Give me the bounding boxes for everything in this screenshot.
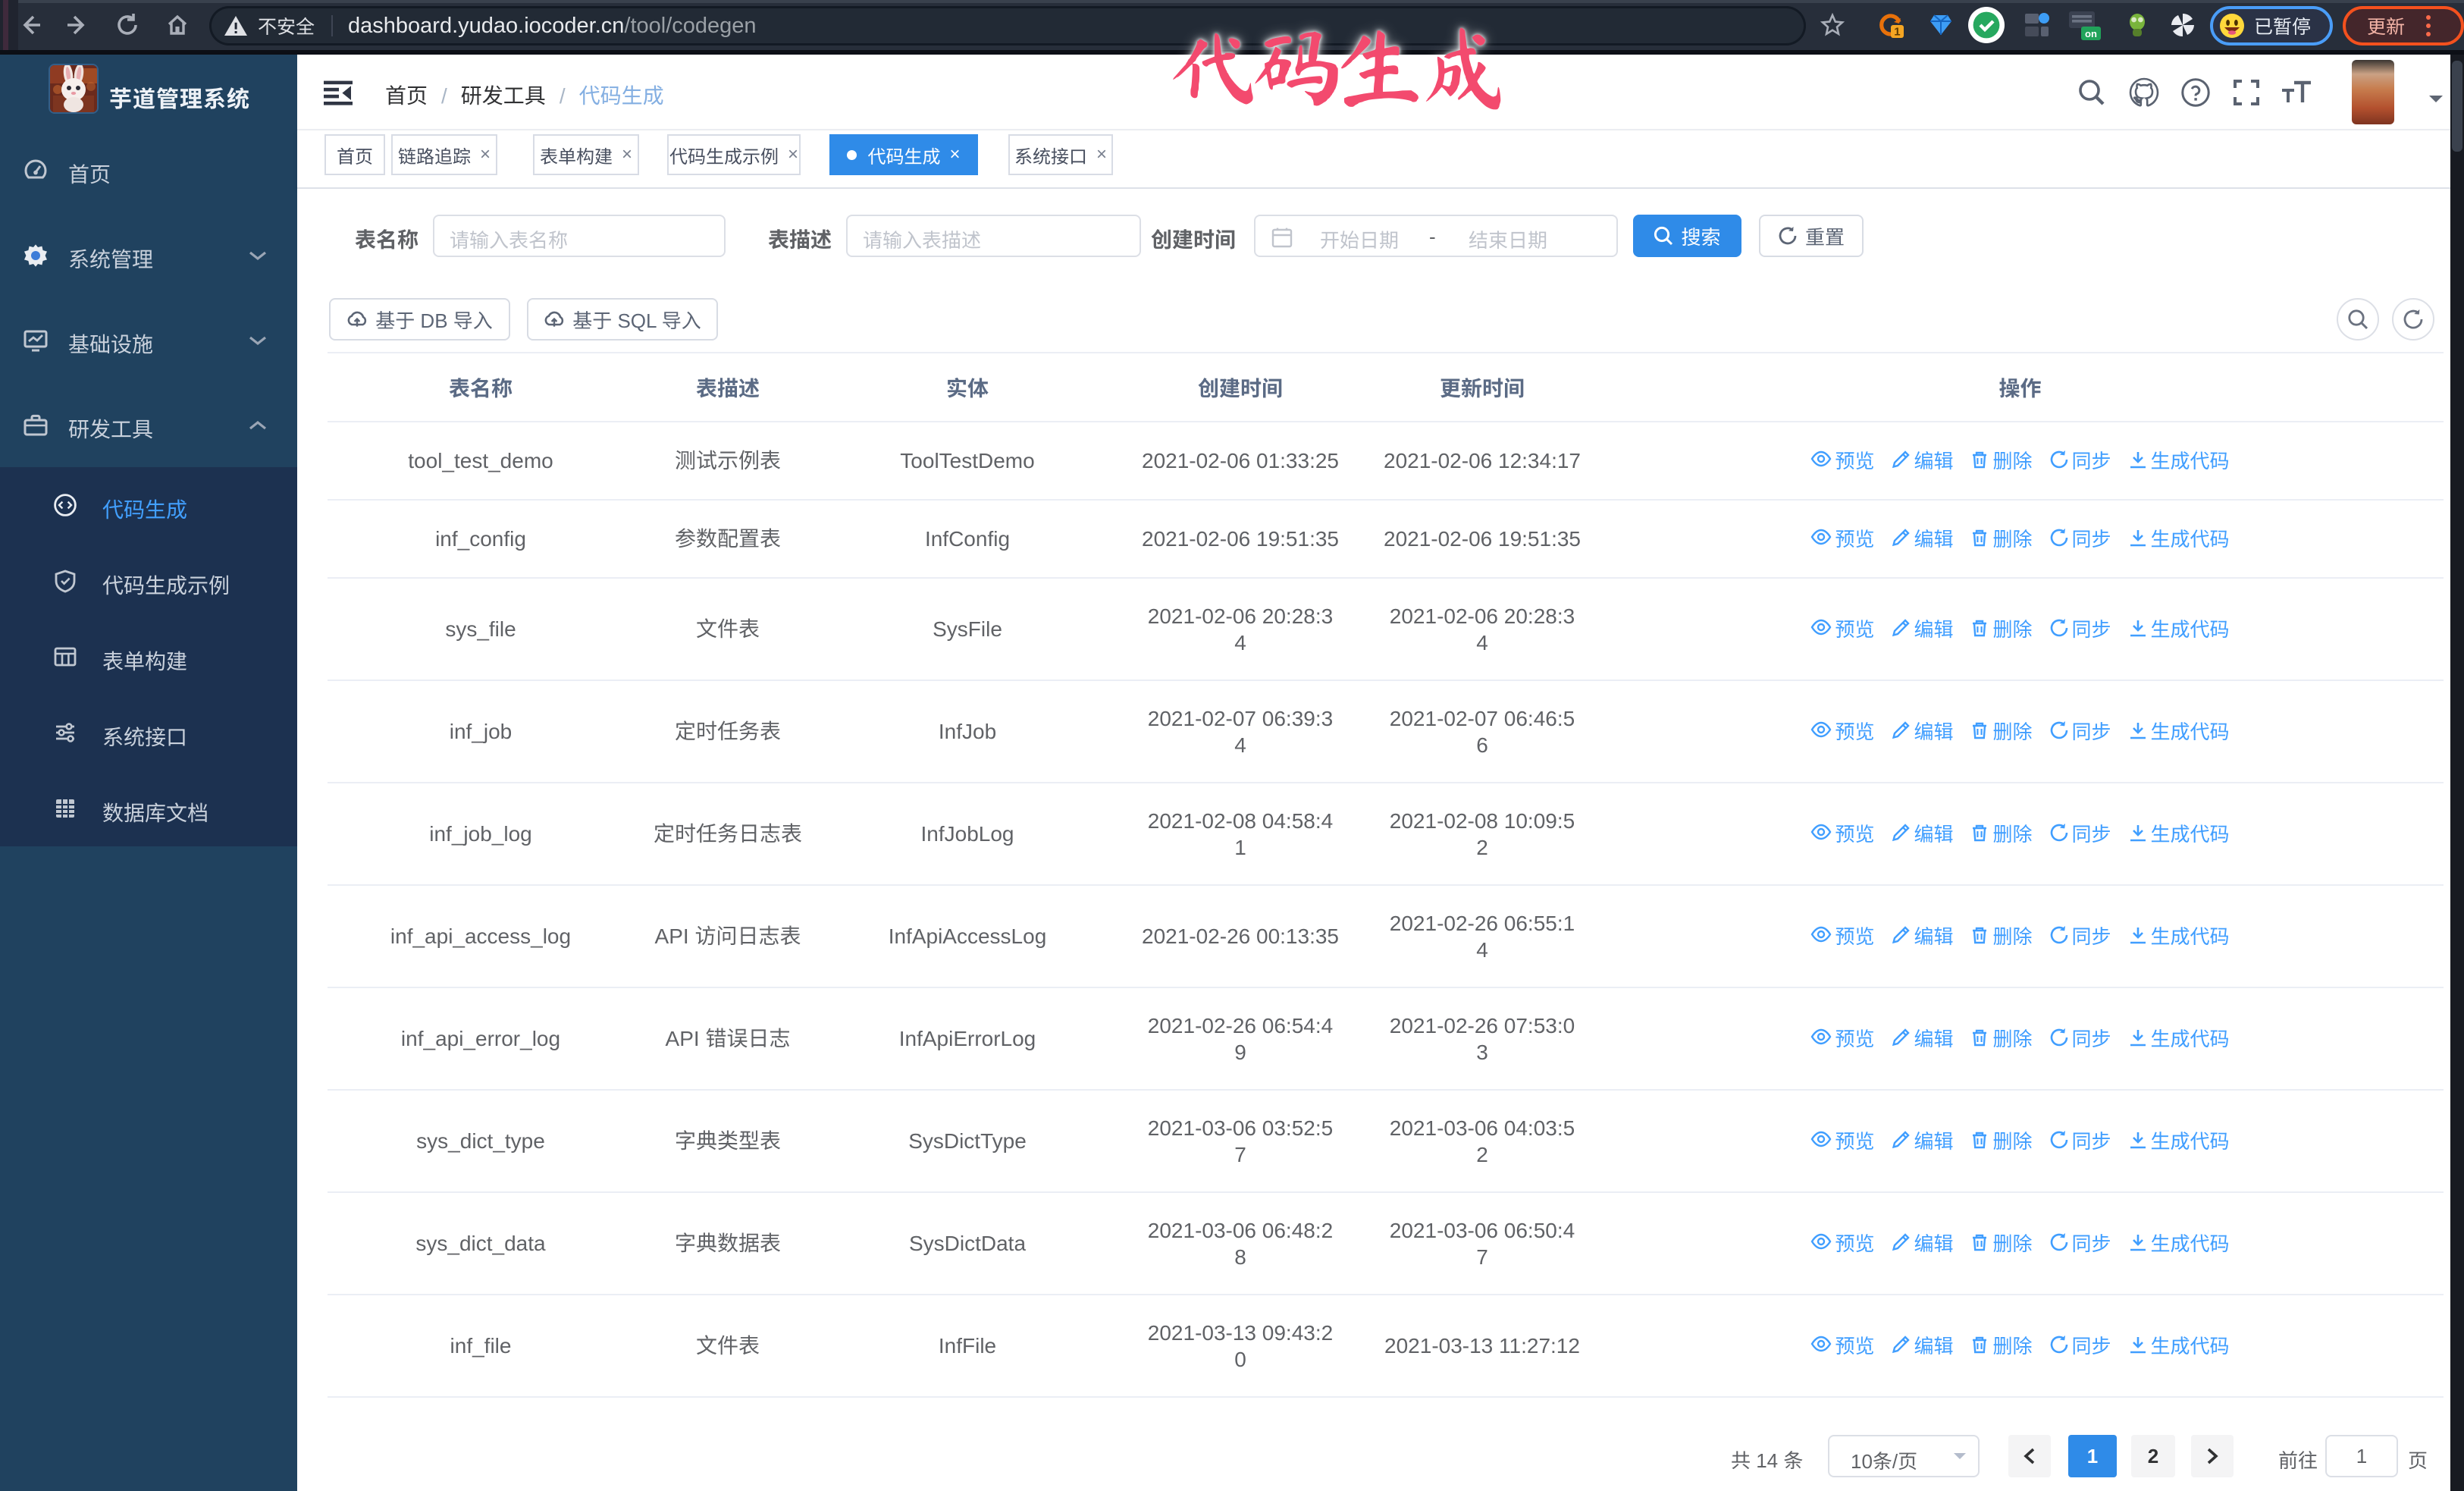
svg-text:1: 1: [1894, 26, 1900, 39]
svg-text:on: on: [2085, 28, 2097, 39]
